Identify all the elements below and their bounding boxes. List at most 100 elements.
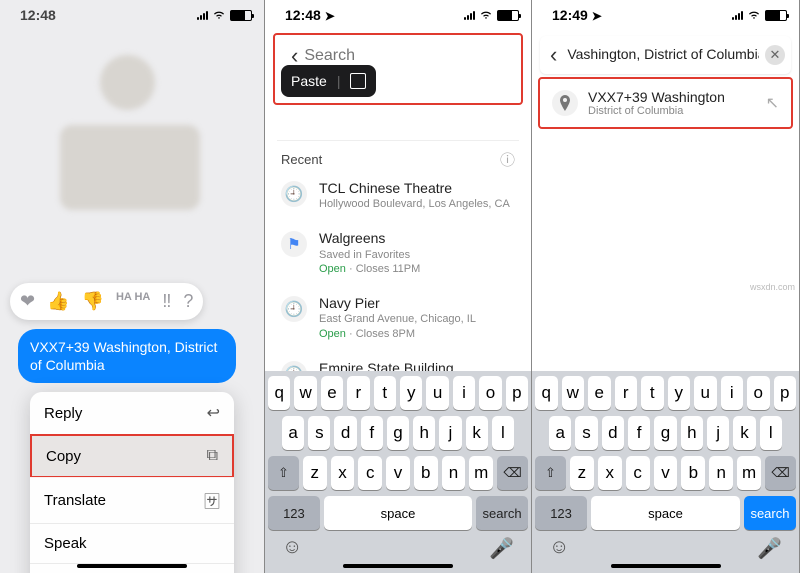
search-highlight: ‹ Paste | xyxy=(273,33,523,105)
key-q[interactable]: q xyxy=(535,376,558,410)
key-j[interactable]: j xyxy=(439,416,461,450)
cellular-icon xyxy=(464,11,475,20)
key-backspace[interactable]: ⌫ xyxy=(765,456,796,490)
key-j[interactable]: j xyxy=(707,416,729,450)
status-bar: 12:48 ➤ xyxy=(265,0,531,30)
key-shift[interactable]: ⇧ xyxy=(268,456,299,490)
mic-key[interactable]: 🎤 xyxy=(757,536,782,561)
recent-item[interactable]: 🕘 Navy PierEast Grand Avenue, Chicago, I… xyxy=(265,285,531,350)
key-w[interactable]: w xyxy=(294,376,316,410)
blurred-image xyxy=(60,125,200,210)
paste-popup[interactable]: Paste | xyxy=(281,65,376,97)
key-x[interactable]: x xyxy=(331,456,355,490)
recent-label: Recent xyxy=(281,152,322,167)
key-l[interactable]: l xyxy=(492,416,514,450)
key-search[interactable]: search xyxy=(476,496,528,530)
key-z[interactable]: z xyxy=(570,456,594,490)
key-y[interactable]: y xyxy=(400,376,422,410)
key-n[interactable]: n xyxy=(442,456,466,490)
ctx-reply[interactable]: Reply↩ xyxy=(30,392,234,435)
key-d[interactable]: d xyxy=(602,416,624,450)
suggestion-item[interactable]: VXX7+39 WashingtonDistrict of Columbia ↖ xyxy=(542,81,789,125)
key-f[interactable]: f xyxy=(628,416,650,450)
key-f[interactable]: f xyxy=(361,416,383,450)
key-w[interactable]: w xyxy=(562,376,585,410)
clear-button[interactable]: ✕ xyxy=(765,45,785,65)
key-a[interactable]: a xyxy=(549,416,571,450)
ctx-copy[interactable]: Copy⧉ xyxy=(30,434,234,478)
key-g[interactable]: g xyxy=(387,416,409,450)
key-g[interactable]: g xyxy=(654,416,676,450)
key-t[interactable]: t xyxy=(641,376,664,410)
key-v[interactable]: v xyxy=(654,456,678,490)
key-r[interactable]: r xyxy=(347,376,369,410)
recent-item[interactable]: 🕘 TCL Chinese TheatreHollywood Boulevard… xyxy=(265,170,531,220)
reaction-haha[interactable]: HA HA xyxy=(116,291,150,312)
key-backspace[interactable]: ⌫ xyxy=(497,456,528,490)
battery-icon xyxy=(765,10,787,21)
key-t[interactable]: t xyxy=(374,376,396,410)
insert-arrow-icon[interactable]: ↖ xyxy=(766,93,779,113)
key-search[interactable]: search xyxy=(744,496,796,530)
emoji-key[interactable]: ☺ xyxy=(549,536,569,561)
key-k[interactable]: k xyxy=(466,416,488,450)
key-v[interactable]: v xyxy=(386,456,410,490)
home-indicator[interactable] xyxy=(611,564,721,568)
key-m[interactable]: m xyxy=(737,456,761,490)
key-shift[interactable]: ⇧ xyxy=(535,456,566,490)
key-z[interactable]: z xyxy=(303,456,327,490)
key-r[interactable]: r xyxy=(615,376,638,410)
key-h[interactable]: h xyxy=(681,416,703,450)
ctx-translate[interactable]: Translate🈂 xyxy=(30,477,234,524)
key-k[interactable]: k xyxy=(733,416,755,450)
reaction-exclaim[interactable]: ‼ xyxy=(162,291,171,312)
message-bubble[interactable]: VXX7+39 Washington, District of Columbia xyxy=(18,329,236,383)
reaction-thumbsup[interactable]: 👍 xyxy=(47,291,69,312)
key-u[interactable]: u xyxy=(426,376,448,410)
key-c[interactable]: c xyxy=(626,456,650,490)
home-indicator[interactable] xyxy=(343,564,453,568)
scan-text-icon[interactable] xyxy=(350,73,366,89)
key-i[interactable]: i xyxy=(721,376,744,410)
key-h[interactable]: h xyxy=(413,416,435,450)
key-q[interactable]: q xyxy=(268,376,290,410)
key-123[interactable]: 123 xyxy=(535,496,587,530)
search-input[interactable] xyxy=(304,47,511,65)
back-button[interactable]: ‹ xyxy=(546,42,561,68)
search-input[interactable]: Vashington, District of Columbia xyxy=(567,46,759,63)
key-p[interactable]: p xyxy=(774,376,797,410)
key-y[interactable]: y xyxy=(668,376,691,410)
key-e[interactable]: e xyxy=(588,376,611,410)
key-123[interactable]: 123 xyxy=(268,496,320,530)
key-s[interactable]: s xyxy=(308,416,330,450)
reaction-thumbsdown[interactable]: 👎 xyxy=(82,291,104,312)
key-u[interactable]: u xyxy=(694,376,717,410)
key-d[interactable]: d xyxy=(334,416,356,450)
key-b[interactable]: b xyxy=(681,456,705,490)
reaction-question[interactable]: ? xyxy=(183,291,193,312)
mic-key[interactable]: 🎤 xyxy=(489,536,514,561)
key-o[interactable]: o xyxy=(747,376,770,410)
key-o[interactable]: o xyxy=(479,376,501,410)
key-p[interactable]: p xyxy=(506,376,528,410)
clock-icon: 🕘 xyxy=(281,296,307,322)
key-s[interactable]: s xyxy=(575,416,597,450)
key-l[interactable]: l xyxy=(760,416,782,450)
key-a[interactable]: a xyxy=(282,416,304,450)
key-b[interactable]: b xyxy=(414,456,438,490)
key-e[interactable]: e xyxy=(321,376,343,410)
info-icon[interactable]: ⓘ xyxy=(500,149,515,170)
home-indicator[interactable] xyxy=(77,564,187,568)
key-space[interactable]: space xyxy=(324,496,472,530)
ctx-speak[interactable]: Speak xyxy=(30,524,234,564)
emoji-key[interactable]: ☺ xyxy=(282,536,302,561)
key-m[interactable]: m xyxy=(469,456,493,490)
key-i[interactable]: i xyxy=(453,376,475,410)
reaction-heart[interactable]: ❤ xyxy=(20,291,35,312)
reaction-bar[interactable]: ❤ 👍 👎 HA HA ‼ ? xyxy=(10,283,203,320)
key-x[interactable]: x xyxy=(598,456,622,490)
key-space[interactable]: space xyxy=(591,496,740,530)
recent-item[interactable]: ⚑ WalgreensSaved in FavoritesOpen · Clos… xyxy=(265,220,531,285)
key-n[interactable]: n xyxy=(709,456,733,490)
key-c[interactable]: c xyxy=(358,456,382,490)
